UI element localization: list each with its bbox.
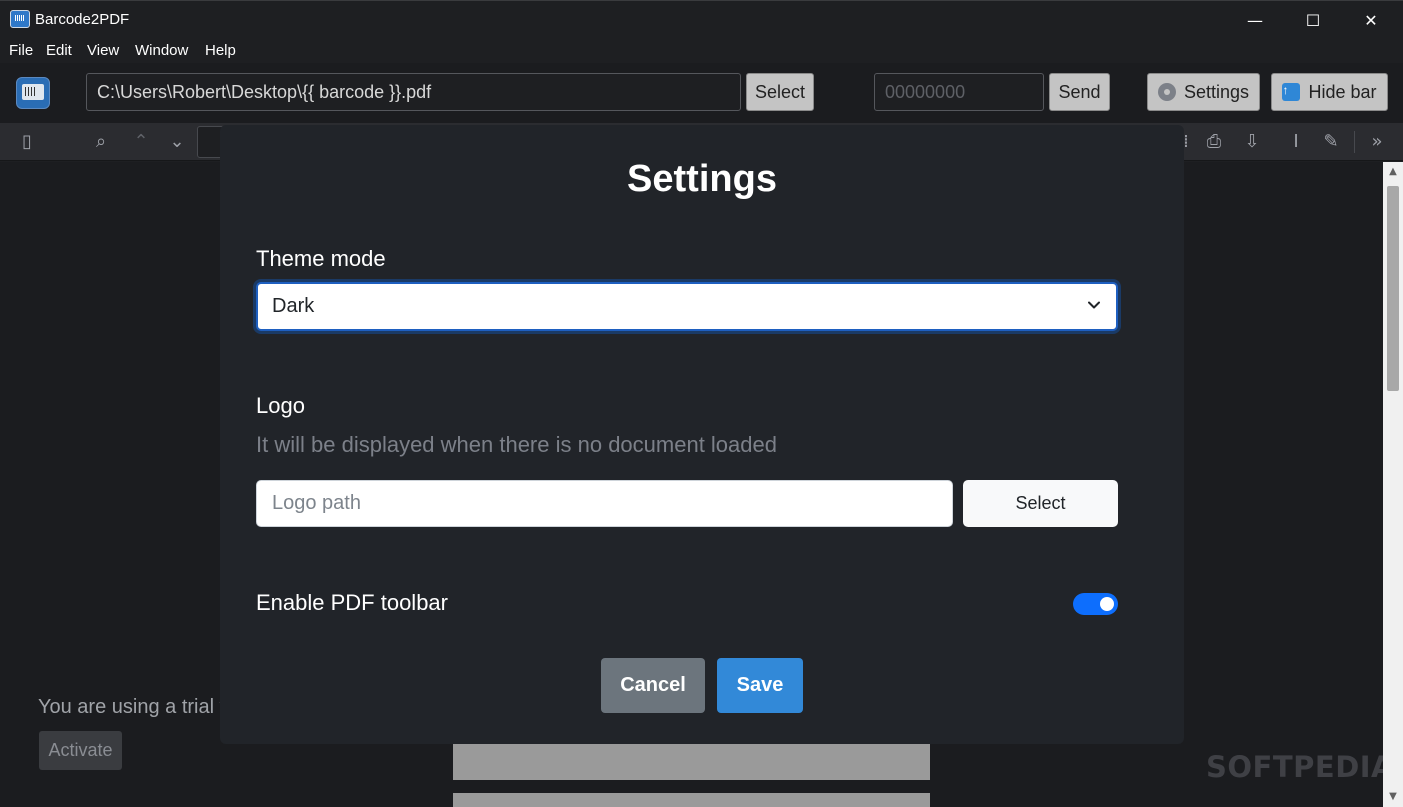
scroll-down-icon[interactable]: ▼ bbox=[1383, 787, 1403, 807]
output-path-input[interactable]: C:\Users\Robert\Desktop\{{ barcode }}.pd… bbox=[86, 73, 741, 111]
upload-arrow-icon: ↑ bbox=[1282, 83, 1301, 101]
search-icon[interactable]: ⌕ bbox=[90, 131, 112, 153]
activate-button[interactable]: Activate bbox=[39, 731, 122, 770]
theme-mode-select[interactable]: Dark bbox=[256, 282, 1118, 331]
menu-bar: File Edit View Window Help bbox=[0, 38, 1403, 63]
menu-window[interactable]: Window bbox=[135, 42, 188, 59]
app-top-bar: C:\Users\Robert\Desktop\{{ barcode }}.pd… bbox=[0, 63, 1403, 123]
app-icon bbox=[10, 10, 30, 28]
send-button[interactable]: Send bbox=[1049, 73, 1110, 111]
menu-file[interactable]: File bbox=[9, 42, 33, 59]
vertical-scrollbar[interactable]: ▲ ▼ bbox=[1383, 162, 1403, 807]
scroll-up-icon[interactable]: ▲ bbox=[1383, 162, 1403, 182]
app-logo-icon bbox=[16, 77, 50, 109]
theme-mode-label: Theme mode bbox=[256, 246, 386, 271]
minimize-button[interactable]: — bbox=[1226, 1, 1284, 39]
chevron-down-icon bbox=[1088, 301, 1100, 309]
logo-path-input[interactable]: Logo path bbox=[256, 480, 953, 527]
settings-dialog: Settings Theme mode Dark Logo It will be… bbox=[220, 125, 1184, 744]
download-icon[interactable]: ⇩ bbox=[1241, 131, 1263, 153]
pen-icon[interactable]: ✎ bbox=[1320, 131, 1342, 153]
menu-view[interactable]: View bbox=[87, 42, 119, 59]
softpedia-watermark: SOFTPEDIA® bbox=[1206, 750, 1403, 784]
double-chevron-right-icon[interactable]: » bbox=[1366, 131, 1388, 153]
window-title: Barcode2PDF bbox=[35, 11, 130, 28]
logo-select-button[interactable]: Select bbox=[963, 480, 1118, 527]
logo-label: Logo bbox=[256, 393, 305, 418]
path-select-button[interactable]: Select bbox=[746, 73, 814, 111]
pdf-toolbar-toggle[interactable] bbox=[1073, 593, 1118, 615]
settings-button-label: Settings bbox=[1183, 81, 1250, 102]
title-bar: Barcode2PDF — ☐ ✕ bbox=[0, 0, 1403, 38]
chevron-down-icon[interactable]: ⌄ bbox=[166, 131, 188, 153]
maximize-button[interactable]: ☐ bbox=[1284, 1, 1342, 39]
pdf-toolbar-toggle-label: Enable PDF toolbar bbox=[256, 590, 448, 615]
barcode-input[interactable]: 00000000 bbox=[874, 73, 1044, 111]
document-page-preview bbox=[453, 744, 930, 780]
logo-help-text: It will be displayed when there is no do… bbox=[256, 432, 777, 457]
hide-bar-button[interactable]: ↑ Hide bar bbox=[1271, 73, 1388, 111]
menu-edit[interactable]: Edit bbox=[46, 42, 72, 59]
menu-help[interactable]: Help bbox=[205, 42, 236, 59]
settings-button[interactable]: Settings bbox=[1147, 73, 1260, 111]
toolbar-divider bbox=[1354, 131, 1355, 153]
hide-bar-button-label: Hide bar bbox=[1308, 81, 1377, 102]
toggle-knob bbox=[1100, 597, 1114, 611]
close-button[interactable]: ✕ bbox=[1342, 1, 1400, 39]
trial-notice: You are using a trial v bbox=[38, 696, 230, 718]
sidebar-toggle-icon[interactable]: ▯ bbox=[16, 131, 38, 153]
print-icon[interactable]: ⎙ bbox=[1203, 131, 1225, 153]
gear-icon bbox=[1157, 83, 1176, 101]
chevron-up-icon[interactable]: ⌃ bbox=[130, 131, 152, 153]
dialog-title: Settings bbox=[627, 158, 777, 200]
theme-mode-value: Dark bbox=[272, 295, 315, 317]
save-button[interactable]: Save bbox=[717, 658, 803, 713]
scroll-thumb[interactable] bbox=[1387, 186, 1399, 391]
document-page-preview bbox=[453, 793, 930, 807]
text-cursor-icon[interactable]: I bbox=[1285, 131, 1307, 153]
cancel-button[interactable]: Cancel bbox=[601, 658, 705, 713]
